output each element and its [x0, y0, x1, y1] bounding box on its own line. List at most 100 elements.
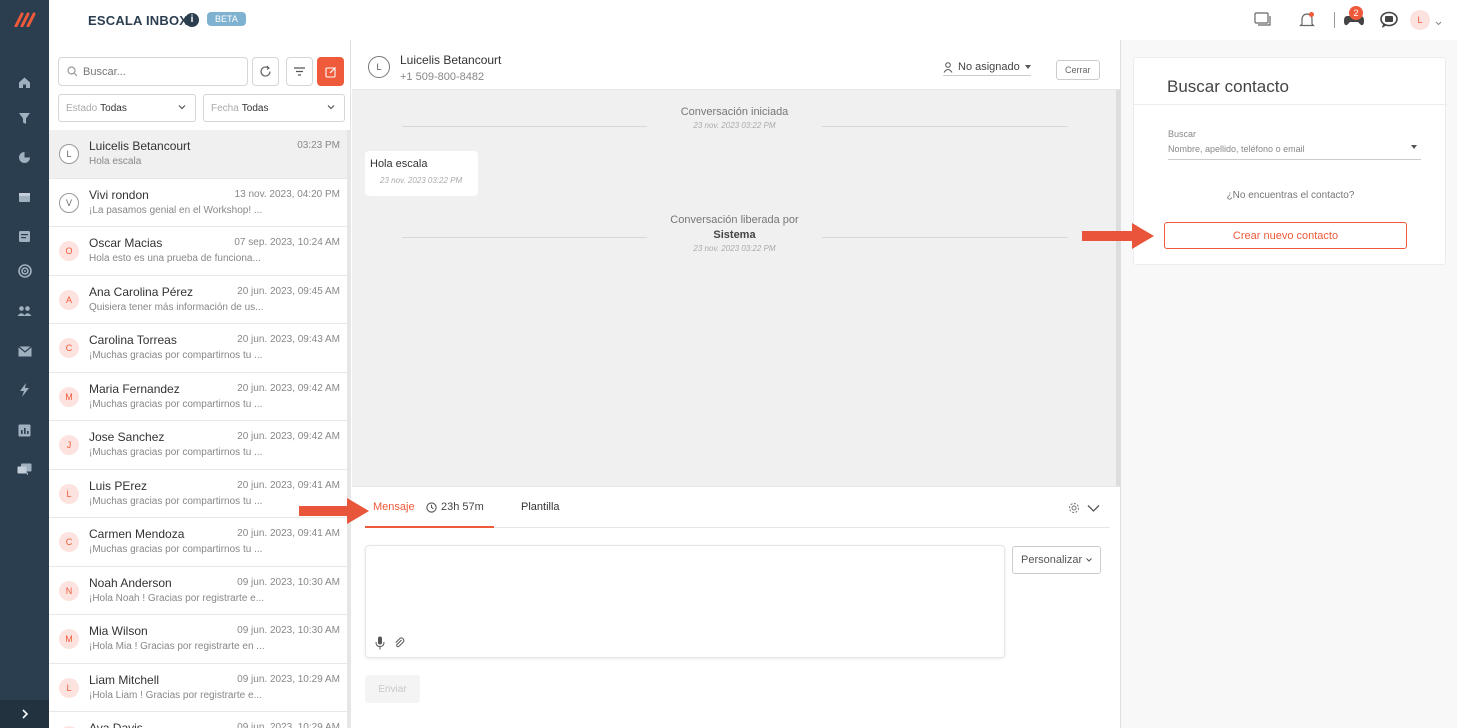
- conversation-time: 09 jun. 2023, 10:29 AM: [237, 722, 340, 728]
- contact-name: Noah Anderson: [89, 575, 172, 590]
- message-preview: ¡Muchas gracias por compartirnos tu ...: [89, 495, 263, 507]
- refresh-icon: [260, 65, 271, 77]
- divider-line: [402, 126, 647, 127]
- pie-chart-icon[interactable]: [0, 146, 49, 168]
- message-preview: ¡Hola Liam ! Gracias por registrarte e..…: [89, 689, 262, 701]
- chat-window-icon[interactable]: [1254, 10, 1272, 30]
- chevron-down-icon: [327, 105, 335, 110]
- divider-line: [402, 237, 647, 238]
- create-contact-button[interactable]: Crear nuevo contacto: [1164, 222, 1407, 249]
- contact-name: Carmen Mendoza: [89, 527, 185, 541]
- contact-name: Ana Carolina Pérez: [89, 284, 194, 299]
- system-message-started: Conversación iniciada 23 nov. 2023 03:22…: [352, 106, 1117, 130]
- user-icon: [943, 61, 953, 73]
- app-title: ESCALA INBOX: [88, 13, 189, 28]
- contact-avatar: L: [59, 483, 79, 504]
- message-time: 23 nov. 2023 03:22 PM: [380, 176, 463, 185]
- conversation-time: 07 sep. 2023, 10:24 AM: [234, 237, 340, 248]
- assignee-select[interactable]: No asignado: [943, 61, 1031, 76]
- expand-sidebar-icon[interactable]: [0, 700, 49, 728]
- date-filter-label: Fecha: [211, 102, 239, 114]
- filter-funnel-icon[interactable]: [0, 107, 49, 129]
- collapse-chevron-icon[interactable]: [1087, 502, 1100, 516]
- conversation-item[interactable]: M Mia Wilson 09 jun. 2023, 10:30 AM ¡Hola M…: [49, 615, 347, 664]
- conversation-item[interactable]: L Luicelis Betancourt 03:23 PM Hola escala: [49, 130, 347, 179]
- conversation-time: 20 jun. 2023, 09:41 AM: [237, 528, 340, 539]
- conversation-time: 20 jun. 2023, 09:42 AM: [237, 382, 340, 394]
- conversation-item[interactable]: A Ana Carolina Pérez 20 jun. 2023, 09:45 A…: [49, 275, 347, 324]
- contact-avatar: A: [59, 289, 79, 310]
- timer-value: 23h 57m: [441, 501, 484, 513]
- home-icon[interactable]: [0, 71, 49, 93]
- chevron-down-icon[interactable]: [1435, 13, 1442, 33]
- conversation-list: L Luicelis Betancourt 03:23 PM Hola escala V…: [49, 130, 347, 728]
- support-chat-icon[interactable]: [1379, 10, 1399, 30]
- reply-window-timer: 23h 57m: [426, 501, 484, 513]
- caret-down-icon: [1024, 65, 1031, 69]
- bell-icon[interactable]: [1298, 10, 1316, 30]
- conversation-item[interactable]: O Oscar Macias 07 sep. 2023, 10:24 AM Hola …: [49, 227, 347, 276]
- conversation-item[interactable]: V Vivi rondon 13 nov. 2023, 04:20 PM ¡La pa…: [49, 178, 347, 227]
- mail-icon[interactable]: [0, 340, 49, 362]
- report-image-icon[interactable]: [0, 419, 49, 441]
- conversation-item[interactable]: L Liam Mitchell 09 jun. 2023, 10:29 AM ¡Hol…: [49, 663, 347, 712]
- conversation-item[interactable]: J Jose Sanchez 20 jun. 2023, 09:42 AM ¡Much…: [49, 421, 347, 470]
- attachment-icon[interactable]: [394, 637, 405, 651]
- contact-avatar: C: [59, 532, 79, 552]
- list-scrollbar[interactable]: [347, 130, 351, 728]
- search-icon: [67, 66, 78, 77]
- tab-plantilla[interactable]: Plantilla: [521, 501, 560, 513]
- new-conversation-button[interactable]: [317, 57, 344, 86]
- incoming-message: Hola escala 23 nov. 2023 03:22 PM: [365, 151, 478, 196]
- contact-avatar: M: [59, 386, 79, 407]
- personalize-dropdown[interactable]: Personalizar: [1012, 546, 1102, 574]
- edit-icon: [324, 66, 336, 78]
- status-filter-value: Todas: [100, 102, 127, 114]
- contact-avatar: O: [59, 241, 79, 261]
- filter-lines-icon: [294, 67, 305, 76]
- search-box[interactable]: [58, 57, 248, 86]
- chat-inbox-icon[interactable]: [0, 458, 49, 480]
- search-input[interactable]: [83, 65, 233, 78]
- conversation-time: 20 jun. 2023, 09:42 AM: [237, 431, 340, 442]
- status-filter-select[interactable]: Estado Todas: [58, 94, 196, 122]
- message-square-icon[interactable]: [0, 225, 49, 247]
- settings-gear-icon[interactable]: [1068, 502, 1080, 517]
- close-conversation-button[interactable]: Cerrar: [1056, 60, 1100, 80]
- conversation-item[interactable]: M Maria Fernandez 20 jun. 2023, 09:42 AM ¡M…: [49, 372, 347, 421]
- message-preview: ¡Muchas gracias por compartirnos tu ...: [89, 544, 263, 555]
- send-button[interactable]: Enviar: [365, 675, 420, 703]
- filter-button[interactable]: [286, 57, 313, 86]
- conversation-item[interactable]: N Noah Anderson 09 jun. 2023, 10:30 AM ¡Hol…: [49, 566, 347, 615]
- contact-search-input[interactable]: Nombre, apellido, teléfono o email: [1168, 144, 1421, 160]
- target-icon[interactable]: [0, 260, 49, 282]
- date-filter-select[interactable]: Fecha Todas: [203, 94, 345, 122]
- info-icon[interactable]: i: [185, 13, 199, 27]
- message-textarea[interactable]: [365, 545, 1005, 658]
- conversation-item[interactable]: C Carolina Torreas 20 jun. 2023, 09:43 AM ¡…: [49, 324, 347, 373]
- chat-header: L Luicelis Betancourt +1 509-800-8482 No…: [352, 40, 1120, 90]
- not-found-text: ¿No encuentras el contacto?: [1226, 190, 1355, 201]
- conversation-item[interactable]: AAva Davis09 jun. 2023, 10:29 AM: [49, 712, 347, 728]
- lightning-icon[interactable]: [0, 379, 49, 401]
- contact-name: Liam Mitchell: [89, 672, 160, 687]
- microphone-icon[interactable]: [375, 636, 385, 653]
- contact-search-placeholder: Nombre, apellido, teléfono o email: [1168, 144, 1305, 154]
- message-thread: Conversación iniciada 23 nov. 2023 03:22…: [352, 90, 1120, 526]
- conversation-item[interactable]: C Carmen Mendoza 20 jun. 2023, 09:41 AM ¡Mu…: [49, 518, 347, 567]
- contact-avatar: L: [368, 56, 390, 78]
- annotation-arrow-icon: [299, 498, 369, 524]
- user-avatar[interactable]: L: [1410, 10, 1430, 30]
- escala-logo[interactable]: [0, 0, 49, 38]
- assignee-value: No asignado: [958, 61, 1020, 73]
- users-icon[interactable]: [0, 300, 49, 322]
- refresh-button[interactable]: [252, 57, 279, 86]
- tab-mensaje[interactable]: Mensaje: [373, 501, 415, 513]
- contact-name: Vivi rondon: [89, 187, 149, 202]
- message-preview: ¡Muchas gracias por compartirnos tu ...: [89, 350, 263, 361]
- archive-icon[interactable]: [0, 186, 49, 208]
- contact-avatar: L: [59, 677, 79, 698]
- active-tab-indicator: [365, 526, 494, 528]
- conversation-time: 09 jun. 2023, 10:30 AM: [237, 576, 340, 588]
- system-message-actor: Sistema: [713, 229, 756, 241]
